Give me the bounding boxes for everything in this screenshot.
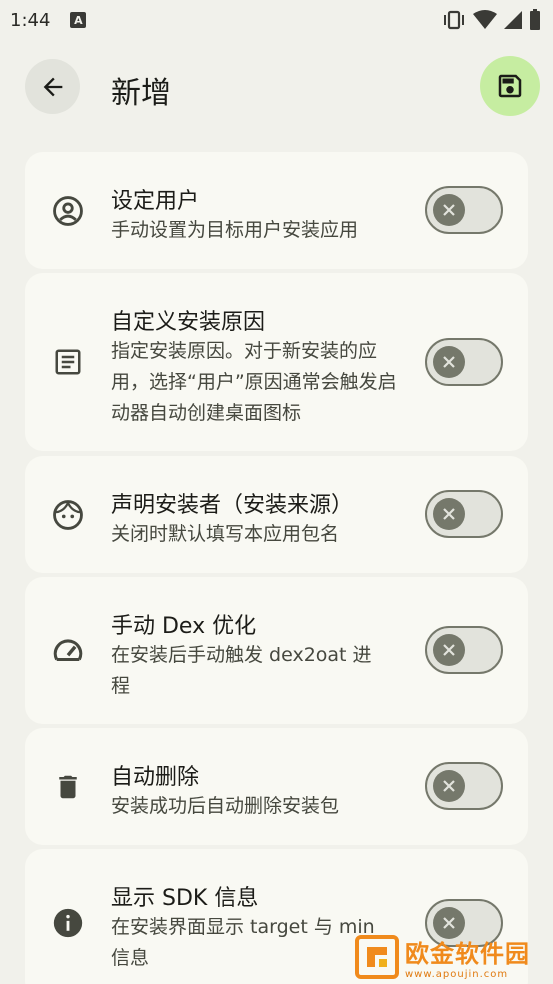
toggle-switch[interactable] — [425, 762, 503, 810]
notification-badge-icon: A — [70, 12, 87, 28]
info-icon — [50, 905, 86, 941]
setting-title: 自定义安装原因 — [111, 310, 266, 335]
delete-icon — [50, 769, 86, 805]
setting-title: 设定用户 — [111, 189, 200, 214]
arrow-back-icon — [43, 77, 62, 96]
setting-title: 手动 Dex 优化 — [111, 614, 257, 639]
setting-card-installer[interactable]: 声明安装者（安装来源） 关闭时默认填写本应用包名 — [25, 456, 528, 573]
toggle-switch[interactable] — [425, 626, 503, 674]
setting-description: 关闭时默认填写本应用包名 — [111, 523, 340, 545]
back-button[interactable] — [25, 59, 80, 114]
setting-description: 在安装后手动触发 dex2oat 进程 — [111, 644, 372, 697]
app-bar: 新增 — [0, 56, 553, 118]
save-icon — [498, 74, 522, 98]
page-title: 新增 — [111, 76, 171, 111]
close-icon — [433, 194, 465, 226]
speed-icon — [50, 633, 86, 669]
setting-description: 在安装界面显示 target 与 min 信息 — [111, 916, 375, 969]
setting-description: 手动设置为目标用户安装应用 — [111, 219, 359, 241]
setting-card-install-reason[interactable]: 自定义安装原因 指定安装原因。对于新安装的应用，选择“用户”原因通常会触发启动器… — [25, 273, 528, 451]
article-icon — [50, 344, 86, 380]
watermark-logo-icon — [355, 935, 399, 979]
status-bar: 1:44 A — [0, 0, 553, 40]
close-icon — [433, 770, 465, 802]
cell-signal-icon — [504, 11, 522, 29]
setting-card-target-user[interactable]: 设定用户 手动设置为目标用户安装应用 — [25, 152, 528, 269]
setting-card-dex-opt[interactable]: 手动 Dex 优化 在安装后手动触发 dex2oat 进程 — [25, 577, 528, 724]
account-circle-icon — [50, 193, 86, 229]
battery-icon — [530, 9, 540, 30]
status-time: 1:44 — [10, 9, 51, 31]
close-icon — [433, 634, 465, 666]
setting-card-auto-delete[interactable]: 自动删除 安装成功后自动删除安装包 — [25, 728, 528, 845]
close-icon — [433, 346, 465, 378]
status-icons — [441, 9, 541, 31]
close-icon — [433, 498, 465, 530]
watermark-url: www.apoujin.com — [405, 969, 509, 980]
setting-title: 自动删除 — [111, 765, 200, 790]
setting-description: 安装成功后自动删除安装包 — [111, 795, 340, 817]
setting-title: 显示 SDK 信息 — [111, 886, 259, 911]
toggle-switch[interactable] — [425, 338, 503, 386]
toggle-switch[interactable] — [425, 490, 503, 538]
vibrate-icon — [444, 10, 464, 30]
watermark-text: 欧金软件园 — [405, 940, 530, 968]
wifi-icon — [473, 10, 497, 29]
watermark: 欧金软件园 www.apoujin.com — [355, 935, 545, 980]
setting-description: 指定安装原因。对于新安装的应用，选择“用户”原因通常会触发启动器自动创建桌面图标 — [111, 340, 397, 424]
save-button[interactable] — [480, 56, 540, 116]
face-icon — [50, 497, 86, 533]
setting-title: 声明安装者（安装来源） — [111, 493, 354, 518]
toggle-switch[interactable] — [425, 186, 503, 234]
